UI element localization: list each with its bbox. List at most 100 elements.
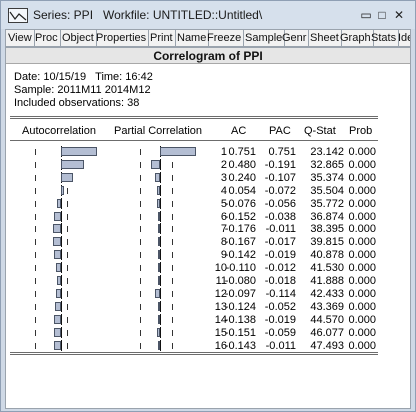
pac-axis-tick bbox=[160, 287, 161, 299]
pac-axis-tick bbox=[160, 339, 161, 351]
qstat-cell: 42.433 bbox=[310, 287, 344, 300]
object-button[interactable]: Object bbox=[60, 30, 97, 46]
title-bar[interactable]: Series: PPI Workfile: UNTITLED::Untitled… bbox=[1, 1, 415, 29]
pac-bound-mark bbox=[172, 303, 173, 310]
pac-bound-mark bbox=[172, 226, 173, 233]
ac-bound-mark bbox=[67, 278, 68, 284]
pac-bound-mark bbox=[140, 187, 141, 194]
pac-bar bbox=[158, 237, 160, 247]
pac-cell: -0.012 bbox=[264, 262, 296, 275]
print-button[interactable]: Print bbox=[148, 30, 176, 46]
pac-axis-tick bbox=[160, 184, 161, 196]
pac-bar bbox=[157, 198, 160, 208]
ac-bound-mark bbox=[35, 213, 36, 220]
ident-button[interactable]: Iden bbox=[396, 30, 410, 46]
pac-bar bbox=[158, 250, 160, 260]
ac-cell: -0.143 bbox=[224, 339, 256, 352]
ac-bar bbox=[52, 224, 61, 234]
ac-bar bbox=[54, 340, 61, 350]
pac-axis-tick bbox=[160, 236, 161, 248]
ac-bound-mark bbox=[35, 149, 36, 155]
pac-bound-mark bbox=[140, 290, 141, 297]
ac-bar bbox=[54, 314, 61, 324]
ac-bar bbox=[61, 185, 64, 195]
ac-bound-mark bbox=[67, 342, 68, 349]
close-icon[interactable]: ✕ bbox=[392, 9, 406, 21]
qstat-cell: 35.772 bbox=[310, 197, 344, 210]
pac-bound-mark bbox=[172, 290, 173, 297]
view-button[interactable]: View bbox=[6, 30, 35, 46]
genr-button[interactable]: Genr bbox=[280, 30, 310, 46]
observations-line: Included observations: 38 bbox=[14, 97, 140, 109]
ac-axis-tick bbox=[61, 197, 62, 209]
prob-cell: 0.000 bbox=[348, 184, 376, 197]
pac-bar bbox=[154, 288, 160, 298]
pac-bar bbox=[157, 301, 160, 311]
pac-axis-tick bbox=[160, 313, 161, 325]
correlogram-view: Correlogram of PPI Date: 10/15/19 Time: … bbox=[5, 47, 411, 409]
ac-axis-tick bbox=[61, 313, 62, 325]
qstat-cell: 47.493 bbox=[310, 339, 344, 352]
ac-bound-mark bbox=[67, 187, 68, 194]
sheet-button[interactable]: Sheet bbox=[308, 30, 342, 46]
ac-bound-mark bbox=[35, 174, 36, 181]
ac-bound-mark bbox=[35, 329, 36, 336]
ac-cell: -0.138 bbox=[224, 313, 256, 326]
ac-axis-tick bbox=[61, 249, 62, 261]
ac-bar bbox=[61, 159, 85, 169]
ac-bound-mark bbox=[67, 303, 68, 310]
pac-cell: -0.114 bbox=[265, 287, 296, 300]
maximize-icon[interactable]: □ bbox=[375, 9, 389, 21]
pac-cell: -0.052 bbox=[264, 300, 296, 313]
pac-cell: -0.018 bbox=[264, 275, 296, 287]
header-rule-top-2 bbox=[10, 118, 378, 119]
stats-button[interactable]: Stats bbox=[369, 30, 400, 46]
minimize-icon[interactable]: ▭ bbox=[359, 9, 373, 21]
proc-button[interactable]: Proc bbox=[33, 30, 61, 46]
pac-bound-mark bbox=[140, 252, 141, 259]
pac-bound-mark bbox=[140, 239, 141, 246]
properties-button[interactable]: Properties bbox=[94, 30, 150, 46]
ac-cell: -0.110 bbox=[225, 262, 256, 275]
pac-bar bbox=[154, 172, 160, 182]
ac-cell: -0.151 bbox=[224, 326, 256, 339]
ac-bound-mark bbox=[67, 316, 68, 323]
prob-cell: 0.000 bbox=[348, 146, 376, 158]
pac-bound-mark bbox=[140, 174, 141, 181]
freeze-button[interactable]: Freeze bbox=[205, 30, 245, 46]
qstat-cell: 23.142 bbox=[310, 146, 344, 158]
pac-bound-mark bbox=[172, 329, 173, 336]
qstat-cell: 46.077 bbox=[310, 326, 344, 339]
prob-cell: 0.000 bbox=[348, 262, 376, 275]
prob-cell: 0.000 bbox=[348, 158, 376, 171]
ac-axis-tick bbox=[61, 236, 62, 248]
sample-button[interactable]: Sample bbox=[243, 30, 286, 46]
toolbar: View Proc Object Properties Print Name F… bbox=[5, 29, 411, 47]
prob-cell: 0.000 bbox=[348, 287, 376, 300]
pac-bound-mark bbox=[172, 278, 173, 284]
pac-axis-tick bbox=[160, 197, 161, 209]
pac-bar bbox=[158, 340, 160, 350]
prob-cell: 0.000 bbox=[348, 275, 376, 287]
ac-bar bbox=[54, 250, 61, 260]
ac-bound-mark bbox=[67, 265, 68, 272]
pac-cell: -0.011 bbox=[265, 223, 296, 236]
qstat-cell: 38.395 bbox=[310, 223, 344, 236]
sample-line: Sample: 2011M11 2014M12 bbox=[14, 84, 151, 96]
pac-cell: 0.751 bbox=[268, 146, 296, 158]
ac-bound-mark bbox=[35, 290, 36, 297]
ac-cell: -0.124 bbox=[224, 300, 256, 313]
pac-cell: -0.107 bbox=[264, 171, 296, 184]
pac-cell: -0.059 bbox=[264, 326, 296, 339]
pac-bound-mark bbox=[172, 187, 173, 194]
ac-bar bbox=[52, 237, 61, 247]
header-rule-bottom bbox=[10, 140, 378, 141]
pac-bound-mark bbox=[172, 239, 173, 246]
ac-bound-mark bbox=[35, 265, 36, 272]
pac-bar bbox=[160, 147, 197, 156]
ac-bound-mark bbox=[67, 252, 68, 259]
ac-bound-mark bbox=[35, 342, 36, 349]
pac-cell: -0.017 bbox=[264, 236, 296, 249]
pac-bound-mark bbox=[172, 174, 173, 181]
pac-cell: -0.038 bbox=[264, 210, 296, 223]
